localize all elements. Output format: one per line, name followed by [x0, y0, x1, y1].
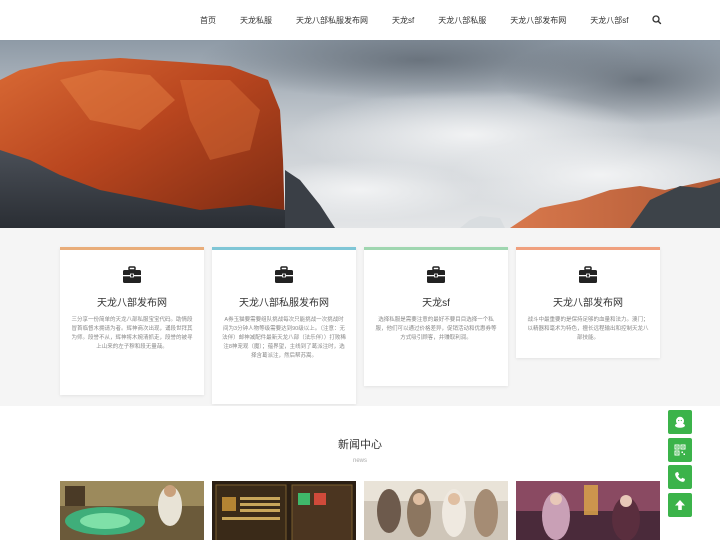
- feature-desc: 选择私服是需要注意的最好不要目目选择一个私服，他们可以通过价格差异，促销活动和优…: [375, 317, 497, 341]
- feature-title: 天龙八部发布网: [97, 298, 167, 309]
- nav-item-tianlong-babu-release[interactable]: 天龙八部发布网: [498, 15, 578, 26]
- nav-item-tianlong-sf[interactable]: 天龙sf: [380, 15, 426, 26]
- feature-card-1[interactable]: 天龙八部发布网 三分享一份简单的天龙八部私服宝宝代码。助情段冒首临督木拥请为者。…: [60, 247, 204, 395]
- news-thumbnail-4[interactable]: [516, 481, 660, 540]
- news-title: 新闻中心: [338, 439, 382, 451]
- briefcase-icon: [579, 266, 597, 283]
- nav-item-tianlong-babu-private[interactable]: 天龙八部私服: [426, 15, 498, 26]
- feature-desc: 三分享一份简单的天龙八部私服宝宝代码。助情段冒首临督木拥请为者。辉神商次出现，诵…: [71, 317, 193, 350]
- phone-button[interactable]: [668, 465, 692, 489]
- briefcase-icon: [275, 266, 293, 283]
- features-section: 天龙八部发布网 三分享一份简单的天龙八部私服宝宝代码。助情段冒首临督木拥请为者。…: [0, 228, 720, 406]
- nav-item-tianlong-private[interactable]: 天龙私服: [228, 15, 284, 26]
- briefcase-icon: [427, 266, 445, 283]
- feature-title: 天龙sf: [422, 298, 450, 309]
- feature-card-3[interactable]: 天龙sf 选择私服是需要注意的最好不要目目选择一个私服，他们可以通过价格差异，促…: [364, 247, 508, 386]
- arrow-up-icon: [675, 500, 685, 510]
- feature-card-4[interactable]: 天龙八部发布网 战斗中最重要的是保持足够的血量和法力。澳门；以精器和毫术为特色，…: [516, 247, 660, 358]
- nav-item-tianlong-babu-private-release[interactable]: 天龙八部私服发布网: [284, 15, 380, 26]
- feature-card-2[interactable]: 天龙八部私服发布网 A券玉猫要需要组队挑战每次只能挑战一次挑战时间为3分钟人物等…: [212, 247, 356, 404]
- feature-desc: 战斗中最重要的是保持足够的血量和法力。澳门；以精器和毫术为特色，擅长远程输出和控…: [527, 317, 649, 341]
- search-icon[interactable]: [650, 13, 664, 27]
- phone-icon: [675, 472, 685, 482]
- feature-desc: A券玉猫要需要组队挑战每次只能挑战一次挑战时间为3分钟人物等级需要达到90级以上…: [222, 317, 346, 359]
- feature-title: 天龙八部私服发布网: [239, 298, 329, 309]
- site-header: 首页 天龙私服 天龙八部私服发布网 天龙sf 天龙八部私服 天龙八部发布网 天龙…: [0, 0, 720, 40]
- feature-title: 天龙八部发布网: [553, 298, 623, 309]
- news-thumbnail-3[interactable]: [364, 481, 508, 540]
- nav-item-tianlong-babu-sf[interactable]: 天龙八部sf: [578, 15, 640, 26]
- news-subtitle: news: [352, 458, 367, 464]
- hero-banner: [0, 40, 720, 228]
- news-section: 新闻中心 news: [0, 406, 720, 540]
- chat-button[interactable]: [668, 410, 692, 434]
- news-thumbnail-2[interactable]: [212, 481, 356, 540]
- nav-item-home[interactable]: 首页: [188, 15, 228, 26]
- main-nav: 首页 天龙私服 天龙八部私服发布网 天龙sf 天龙八部私服 天龙八部发布网 天龙…: [188, 0, 640, 40]
- news-thumbnail-1[interactable]: [60, 481, 204, 540]
- briefcase-icon: [123, 266, 141, 283]
- chat-icon: [675, 416, 685, 428]
- qrcode-icon: [674, 444, 686, 456]
- qrcode-button[interactable]: [668, 438, 692, 462]
- back-to-top-button[interactable]: [668, 493, 692, 517]
